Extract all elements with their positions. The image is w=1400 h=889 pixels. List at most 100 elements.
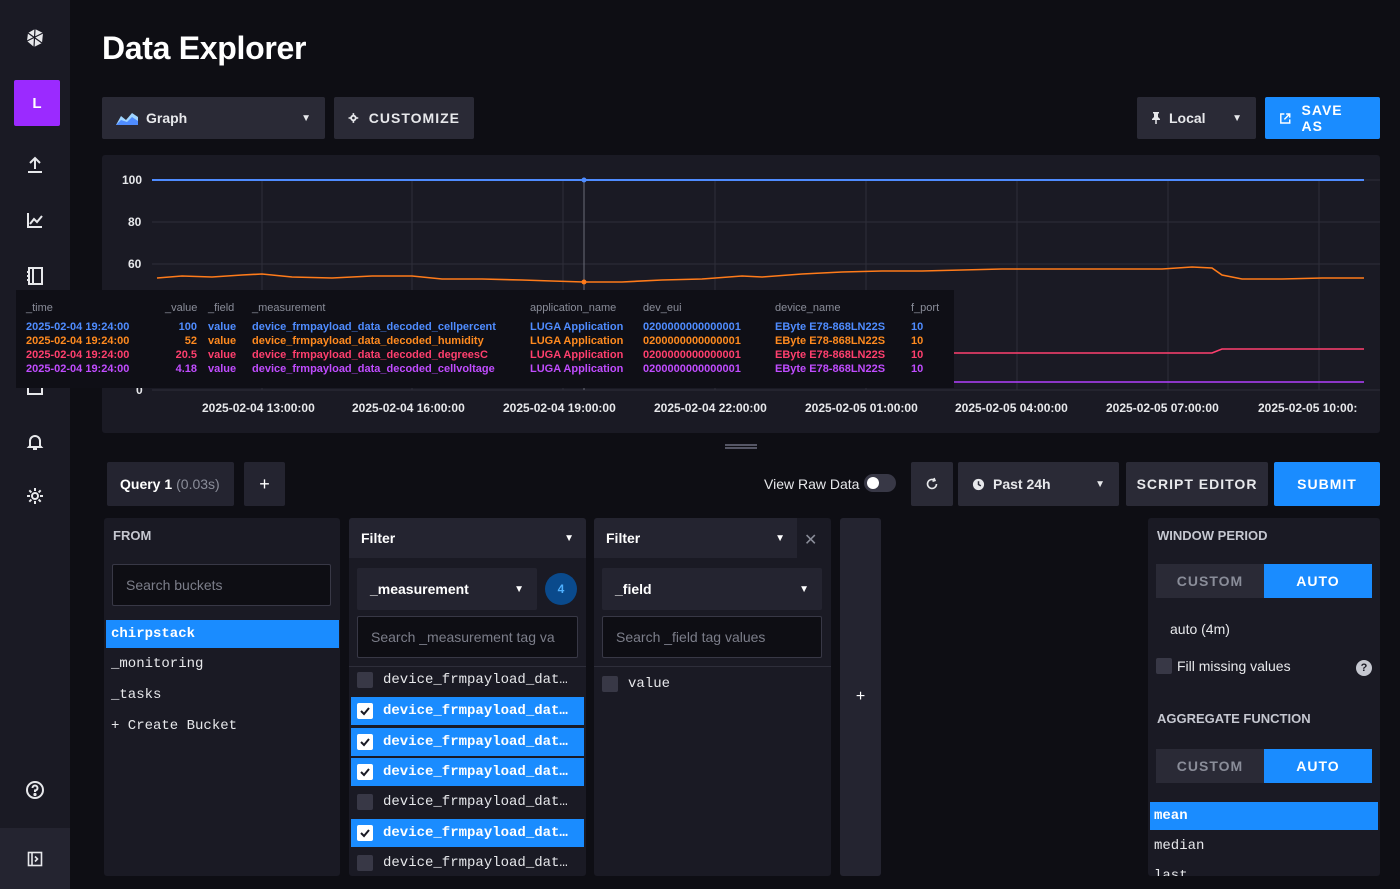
timezone-dropdown[interactable]: Local ▼	[1137, 97, 1256, 139]
filter-panel-measurement: Filter ▼ _measurement ▼ 4 Search _measur…	[349, 518, 586, 876]
x-tick-label: 2025-02-05 07:00:00	[1106, 401, 1219, 415]
query-tab[interactable]: Query 1 (0.03s)	[107, 462, 234, 506]
app: L Data Explorer Graph ▼ CUSTOMIZE Local …	[0, 0, 1400, 889]
tag-key-dropdown[interactable]: _field ▼	[602, 568, 822, 610]
graph-hover-tooltip: _time _value _field _measurement applica…	[16, 290, 954, 388]
add-filter-button[interactable]: +	[840, 518, 881, 876]
chevron-down-icon: ▼	[799, 583, 809, 595]
collapse-sidebar-icon	[27, 851, 43, 866]
tag-value-item[interactable]: device_frmpayload_dat…	[351, 849, 584, 876]
tooltip-row: 2025-02-04 19:24:00 100 value device_frmpay…	[26, 321, 924, 333]
tag-value-item[interactable]: device_frmpayload_dat…	[351, 819, 584, 847]
page-title: Data Explorer	[102, 30, 307, 66]
tag-value-item[interactable]: device_frmpayload_dat…	[351, 697, 584, 725]
sidebar: L	[0, 0, 70, 889]
window-custom-option[interactable]: CUSTOM	[1156, 564, 1264, 598]
gear-icon	[348, 113, 359, 123]
window-period-toggle: CUSTOM AUTO	[1156, 564, 1372, 598]
aggregate-auto-option[interactable]: AUTO	[1264, 749, 1372, 783]
tag-value-search-input[interactable]: Search _measurement tag va	[357, 616, 578, 658]
checkbox[interactable]	[357, 672, 373, 688]
checkbox[interactable]	[602, 676, 618, 692]
chevron-down-icon: ▼	[1232, 112, 1242, 124]
submit-button[interactable]: SUBMIT	[1274, 462, 1380, 506]
refresh-button[interactable]	[911, 462, 953, 506]
series-humidity	[156, 266, 1364, 283]
view-raw-data-toggle[interactable]	[864, 474, 896, 492]
aggregate-custom-option[interactable]: CUSTOM	[1156, 749, 1264, 783]
influx-logo-icon[interactable]	[0, 16, 70, 60]
tag-value-item[interactable]: value	[596, 670, 829, 698]
clock-icon	[972, 478, 985, 490]
aggregate-function-title: AGGREGATE FUNCTION	[1157, 711, 1311, 726]
checkbox[interactable]	[357, 855, 373, 871]
from-title: FROM	[113, 528, 152, 543]
help-icon[interactable]	[0, 768, 70, 812]
script-editor-button[interactable]: SCRIPT EDITOR	[1126, 462, 1268, 506]
window-period-title: WINDOW PERIOD	[1157, 528, 1268, 543]
tag-value-item[interactable]: device_frmpayload_dat…	[351, 666, 584, 694]
tooltip-row: 2025-02-04 19:24:00 4.18 value device_frmpa…	[26, 363, 924, 375]
checkbox[interactable]	[357, 794, 373, 810]
y-tick-label: 80	[128, 215, 142, 229]
x-tick-label: 2025-02-04 13:00:00	[202, 401, 315, 415]
aggregate-function-item[interactable]: mean	[1150, 802, 1378, 830]
bucket-item[interactable]: _monitoring	[106, 650, 339, 678]
from-panel: FROM Search buckets chirpstack _monitori…	[104, 518, 340, 876]
bucket-item[interactable]: chirpstack	[106, 620, 339, 648]
query-duration: (0.03s)	[176, 476, 220, 492]
filter-function-dropdown[interactable]: Filter ▼	[594, 518, 797, 558]
checkbox-checked[interactable]	[357, 825, 373, 841]
x-tick-label: 2025-02-05 04:00:00	[955, 401, 1068, 415]
aggregate-function-item[interactable]: last	[1150, 862, 1378, 876]
tag-value-search-input[interactable]: Search _field tag values	[602, 616, 822, 658]
checkbox-checked[interactable]	[357, 764, 373, 780]
series-degreesC	[952, 348, 1364, 354]
graph-type-icon	[116, 113, 138, 125]
close-filter-icon[interactable]: ✕	[804, 530, 817, 550]
tag-value-item[interactable]: device_frmpayload_dat…	[351, 788, 584, 816]
checkbox[interactable]	[1156, 658, 1172, 674]
bucket-search-input[interactable]: Search buckets	[112, 564, 331, 606]
collapse-sidebar-button[interactable]	[0, 828, 70, 889]
fill-missing-checkbox[interactable]: Fill missing values	[1156, 658, 1291, 674]
chevron-down-icon: ▼	[1095, 478, 1105, 490]
view-raw-data-label: View Raw Data	[764, 476, 860, 492]
y-tick-label: 60	[128, 257, 142, 271]
customize-button[interactable]: CUSTOMIZE	[334, 97, 474, 139]
visualization-type-dropdown[interactable]: Graph ▼	[102, 97, 325, 139]
help-icon[interactable]: ?	[1356, 660, 1372, 676]
aggregate-function-item[interactable]: median	[1150, 832, 1378, 860]
window-auto-option[interactable]: AUTO	[1264, 564, 1372, 598]
panel-resize-handle[interactable]	[725, 444, 757, 449]
upload-icon[interactable]	[0, 142, 70, 186]
y-tick-label: 100	[122, 173, 142, 187]
tooltip-header-row: _time _value _field _measurement applica…	[26, 302, 940, 314]
chart-icon[interactable]	[0, 198, 70, 242]
time-range-dropdown[interactable]: Past 24h ▼	[958, 462, 1119, 506]
chevron-down-icon: ▼	[775, 532, 785, 544]
tag-key-dropdown[interactable]: _measurement ▼	[357, 568, 537, 610]
checkbox-checked[interactable]	[357, 703, 373, 719]
chevron-down-icon: ▼	[301, 112, 311, 124]
x-tick-label: 2025-02-04 19:00:00	[503, 401, 616, 415]
tag-value-item[interactable]: device_frmpayload_dat…	[351, 728, 584, 756]
bell-icon[interactable]	[0, 420, 70, 464]
tooltip-row: 2025-02-04 19:24:00 20.5 value device_frmpa…	[26, 349, 924, 361]
org-avatar[interactable]: L	[14, 80, 60, 126]
window-auto-value: auto (4m)	[1170, 621, 1230, 637]
tag-value-item[interactable]: device_frmpayload_dat…	[351, 758, 584, 786]
add-query-button[interactable]: +	[244, 462, 285, 506]
bucket-item[interactable]: _tasks	[106, 681, 339, 709]
save-as-button[interactable]: SAVE AS	[1265, 97, 1380, 139]
aggregate-settings-panel: WINDOW PERIOD CUSTOM AUTO auto (4m) Fill…	[1148, 518, 1380, 876]
x-tick-label: 2025-02-04 22:00:00	[654, 401, 767, 415]
checkbox-checked[interactable]	[357, 734, 373, 750]
create-bucket-link[interactable]: + Create Bucket	[106, 712, 339, 740]
gear-icon[interactable]	[0, 474, 70, 518]
pin-icon	[1152, 112, 1160, 124]
export-icon	[1280, 112, 1291, 124]
selected-count-badge: 4	[545, 573, 577, 605]
refresh-icon	[926, 477, 938, 490]
filter-function-dropdown[interactable]: Filter ▼	[349, 518, 586, 558]
